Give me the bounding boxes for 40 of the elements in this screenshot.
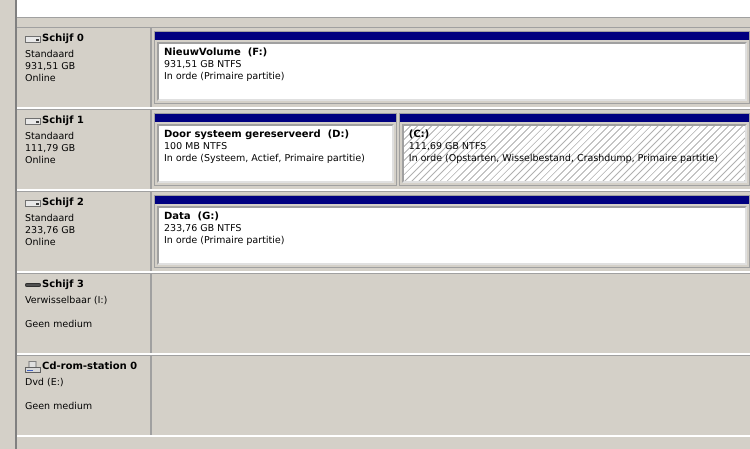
partition-status: In orde (Primaire partitie) [164,71,286,83]
disk-status: Online [25,237,57,249]
partition-size: 111,69 GB NTFS [408,141,488,153]
optical-drive-icon [25,361,41,373]
disk-status: Online [25,155,57,167]
disk-name: Schijf 1 [42,115,84,127]
disk-type: Verwisselbaar (I:) [25,295,108,307]
disk-name: Schijf 0 [42,33,84,45]
disk-name: Cd-rom-station 0 [42,361,138,373]
disk-info-panel[interactable]: Schijf 1 Standaard 111,79 GB Online [17,110,152,189]
disk-status: Online [25,73,57,85]
partition[interactable]: Door systeem gereserveerd (D:) 100 MB NTFS In orde (Systeem, Actief, Primaire partitie) [154,113,397,186]
disk-size: 931,51 GB [25,61,76,73]
disk-size: 233,76 GB [25,225,76,237]
disk-info-panel[interactable]: Schijf 2 Standaard 233,76 GB Online [17,192,152,271]
partition-status: In orde (Primaire partitie) [164,235,286,247]
partition-status: In orde (Systeem, Actief, Primaire partitie) [164,153,366,165]
partition-label: Door systeem gereserveerd (D:) [164,129,350,141]
partition-size: 931,51 GB NTFS [164,59,242,71]
disk-status: Geen medium [25,401,94,413]
partition-label: Data (G:) [164,211,220,223]
partition[interactable]: NieuwVolume (F:) 931,51 GB NTFS In orde (Primaire partitie) [154,31,750,104]
partition[interactable]: (C:) 111,69 GB NTFS In orde (Opstarten, Wisselbestand, Crashdump, Primaire partitie) [398,113,750,186]
disk-name: Schijf 3 [42,279,84,291]
disk-type: Standaard [25,49,76,61]
disk-info-panel[interactable]: Schijf 3 Verwisselbaar (I:) Geen medium [17,274,152,353]
partition-label: (C:) [408,129,430,141]
disk-type: Standaard [25,131,76,143]
disk-name: Schijf 2 [42,197,84,209]
partition-size: 100 MB NTFS [164,141,228,153]
disk-info-panel[interactable]: Cd-rom-station 0 Dvd (E:) Geen medium [17,356,152,435]
disk-info-panel[interactable]: Schijf 0 Standaard 931,51 GB Online [17,28,152,107]
partition-status: In orde (Opstarten, Wisselbestand, Crashdump, Primaire partitie) [408,153,720,165]
disk-status: Geen medium [25,319,94,331]
disk-type: Standaard [25,213,76,225]
disk-type: Dvd (E:) [25,377,65,389]
partition-label: NieuwVolume (F:) [164,47,268,59]
partition[interactable]: Data (G:) 233,76 GB NTFS In orde (Primaire partitie) [154,195,750,268]
partition-size: 233,76 GB NTFS [164,223,242,235]
disk-size: 111,79 GB [25,143,76,155]
